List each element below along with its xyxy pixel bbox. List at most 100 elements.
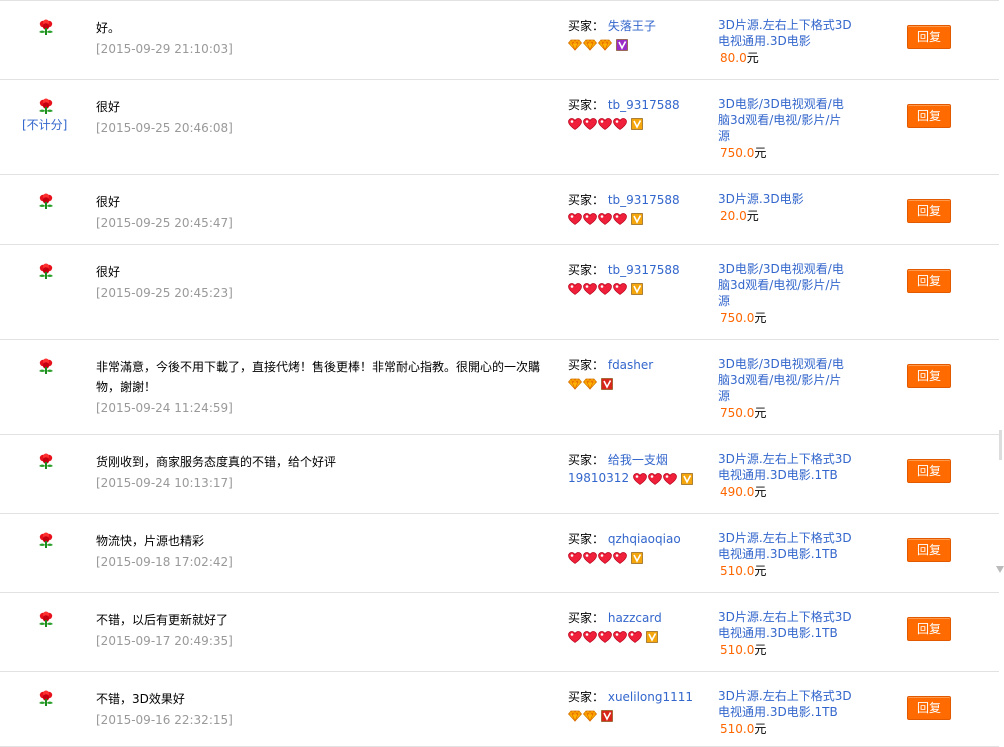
diamond-icon — [568, 39, 582, 51]
reply-button[interactable]: 回复 — [907, 459, 951, 483]
buyer-info: 买家： tb_9317588 — [568, 96, 698, 133]
buyer-credit-badges — [568, 375, 613, 393]
price-value: 750.0 — [720, 311, 755, 325]
buyer-name-link[interactable]: tb_9317588 — [608, 193, 680, 207]
review-row: [不计分] 很好 [2015-09-25 20:46:08] 买家： tb_93… — [0, 80, 999, 175]
price-value: 490.0 — [720, 485, 755, 499]
heart-icon — [568, 118, 582, 130]
diamond-icon — [583, 710, 597, 722]
comment-text: 很好 — [96, 195, 121, 209]
comment-text: 好。 — [96, 21, 121, 35]
heart-icon — [648, 473, 662, 485]
product-info: 3D片源.左右上下格式3D电视通用.3D电影.1TB 510.0元 — [718, 688, 853, 737]
buyer-info: 买家： fdasher — [568, 356, 698, 393]
reply-button[interactable]: 回复 — [907, 696, 951, 720]
review-list: 好。 [2015-09-29 21:10:03] 买家： 失落王子 3D片源.左… — [0, 0, 999, 747]
buyer-name-link[interactable]: xuelilong1111 — [608, 690, 693, 704]
buyer-info: 买家： tb_9317588 — [568, 191, 698, 228]
review-comment: 不错，3D效果好 [2015-09-16 22:32:15] — [96, 689, 551, 731]
comment-text: 不错，以后有更新就好了 — [96, 613, 229, 627]
buyer-credit-badges — [568, 115, 643, 133]
product-info: 3D电影/3D电视观看/电脑3d观看/电视/影片/片源 750.0元 — [718, 356, 853, 421]
product-link[interactable]: 3D电影/3D电视观看/电脑3d观看/电视/影片/片源 — [718, 262, 844, 308]
comment-text: 物流快，片源也精彩 — [96, 534, 205, 548]
diamond-icon — [583, 39, 597, 51]
heart-icon — [613, 552, 627, 564]
buyer-credit-badges — [568, 210, 643, 228]
heart-icon — [613, 283, 627, 295]
vip-badge-icon — [631, 552, 643, 564]
comment-text: 不错，3D效果好 — [96, 692, 185, 706]
flower-rating-icon — [39, 453, 53, 469]
scroll-down-arrow-icon[interactable] — [996, 566, 1004, 573]
heart-icon — [613, 213, 627, 225]
product-link[interactable]: 3D电影/3D电视观看/电脑3d观看/电视/影片/片源 — [718, 97, 844, 143]
buyer-name-link[interactable]: fdasher — [608, 358, 653, 372]
product-link[interactable]: 3D片源.3D电影 — [718, 192, 804, 206]
heart-icon — [598, 552, 612, 564]
review-comment: 不错，以后有更新就好了 [2015-09-17 20:49:35] — [96, 610, 551, 652]
heart-icon — [583, 118, 597, 130]
buyer-name-link[interactable]: qzhqiaoqiao — [608, 532, 681, 546]
buyer-info: 买家： tb_9317588 — [568, 261, 698, 298]
review-row: 不错，3D效果好 [2015-09-16 22:32:15] 买家： xueli… — [0, 672, 999, 747]
review-date: [2015-09-24 11:24:59] — [96, 401, 233, 415]
heart-icon — [613, 631, 627, 643]
review-date: [2015-09-29 21:10:03] — [96, 42, 233, 56]
heart-icon — [583, 213, 597, 225]
review-date: [2015-09-18 17:02:42] — [96, 555, 233, 569]
product-link[interactable]: 3D片源.左右上下格式3D电视通用.3D电影.1TB — [718, 452, 852, 482]
price-unit: 元 — [754, 485, 767, 499]
review-row: 不错，以后有更新就好了 [2015-09-17 20:49:35] 买家： ha… — [0, 593, 999, 672]
reply-button[interactable]: 回复 — [907, 25, 951, 49]
flower-rating-icon — [39, 98, 53, 114]
buyer-credit-badges — [568, 549, 643, 567]
buyer-label: 买家： — [568, 532, 605, 546]
review-row: 好。 [2015-09-29 21:10:03] 买家： 失落王子 3D片源.左… — [0, 0, 999, 80]
review-comment: 很好 [2015-09-25 20:45:47] — [96, 192, 551, 234]
heart-icon — [583, 552, 597, 564]
reply-button[interactable]: 回复 — [907, 269, 951, 293]
buyer-info: 买家： hazzcard — [568, 609, 698, 646]
buyer-label: 买家： — [568, 193, 605, 207]
buyer-name-link[interactable]: 失落王子 — [608, 19, 656, 33]
buyer-name-link[interactable]: tb_9317588 — [608, 263, 680, 277]
product-link[interactable]: 3D片源.左右上下格式3D电视通用.3D电影.1TB — [718, 689, 852, 719]
product-link[interactable]: 3D片源.左右上下格式3D电视通用.3D电影 — [718, 18, 852, 48]
flower-rating-icon — [39, 193, 53, 209]
product-price: 510.0元 — [718, 642, 853, 658]
price-value: 20.0 — [720, 209, 747, 223]
reply-button[interactable]: 回复 — [907, 538, 951, 562]
product-info: 3D片源.3D电影 20.0元 — [718, 191, 853, 224]
vip-badge-icon — [681, 473, 693, 485]
price-unit: 元 — [754, 564, 767, 578]
scrollbar[interactable] — [999, 430, 1002, 460]
product-price: 510.0元 — [718, 721, 853, 737]
review-row: 很好 [2015-09-25 20:45:47] 买家： tb_9317588 … — [0, 175, 999, 245]
no-count-label[interactable]: [不计分] — [22, 116, 67, 133]
heart-icon — [598, 118, 612, 130]
reply-button[interactable]: 回复 — [907, 617, 951, 641]
review-comment: 货刚收到，商家服务态度真的不错，给个好评 [2015-09-24 10:13:1… — [96, 452, 551, 494]
buyer-name-link[interactable]: hazzcard — [608, 611, 662, 625]
reply-button[interactable]: 回复 — [907, 199, 951, 223]
reply-button[interactable]: 回复 — [907, 104, 951, 128]
buyer-info: 买家： 失落王子 — [568, 17, 698, 54]
reply-button[interactable]: 回复 — [907, 364, 951, 388]
product-link[interactable]: 3D片源.左右上下格式3D电视通用.3D电影.1TB — [718, 531, 852, 561]
product-price: 750.0元 — [718, 310, 853, 326]
review-date: [2015-09-25 20:45:23] — [96, 286, 233, 300]
diamond-icon — [598, 39, 612, 51]
review-comment: 物流快，片源也精彩 [2015-09-18 17:02:42] — [96, 531, 551, 573]
product-link[interactable]: 3D电影/3D电视观看/电脑3d观看/电视/影片/片源 — [718, 357, 844, 403]
buyer-label: 买家： — [568, 611, 605, 625]
price-value: 510.0 — [720, 722, 755, 736]
buyer-name-link[interactable]: tb_9317588 — [608, 98, 680, 112]
buyer-info: 买家： 给我一支烟19810312 — [568, 451, 698, 488]
buyer-credit-badges — [633, 470, 693, 488]
product-info: 3D电影/3D电视观看/电脑3d观看/电视/影片/片源 750.0元 — [718, 96, 853, 161]
diamond-icon — [568, 710, 582, 722]
buyer-info: 买家： xuelilong1111 — [568, 688, 698, 725]
price-value: 510.0 — [720, 643, 755, 657]
product-link[interactable]: 3D片源.左右上下格式3D电视通用.3D电影.1TB — [718, 610, 852, 640]
